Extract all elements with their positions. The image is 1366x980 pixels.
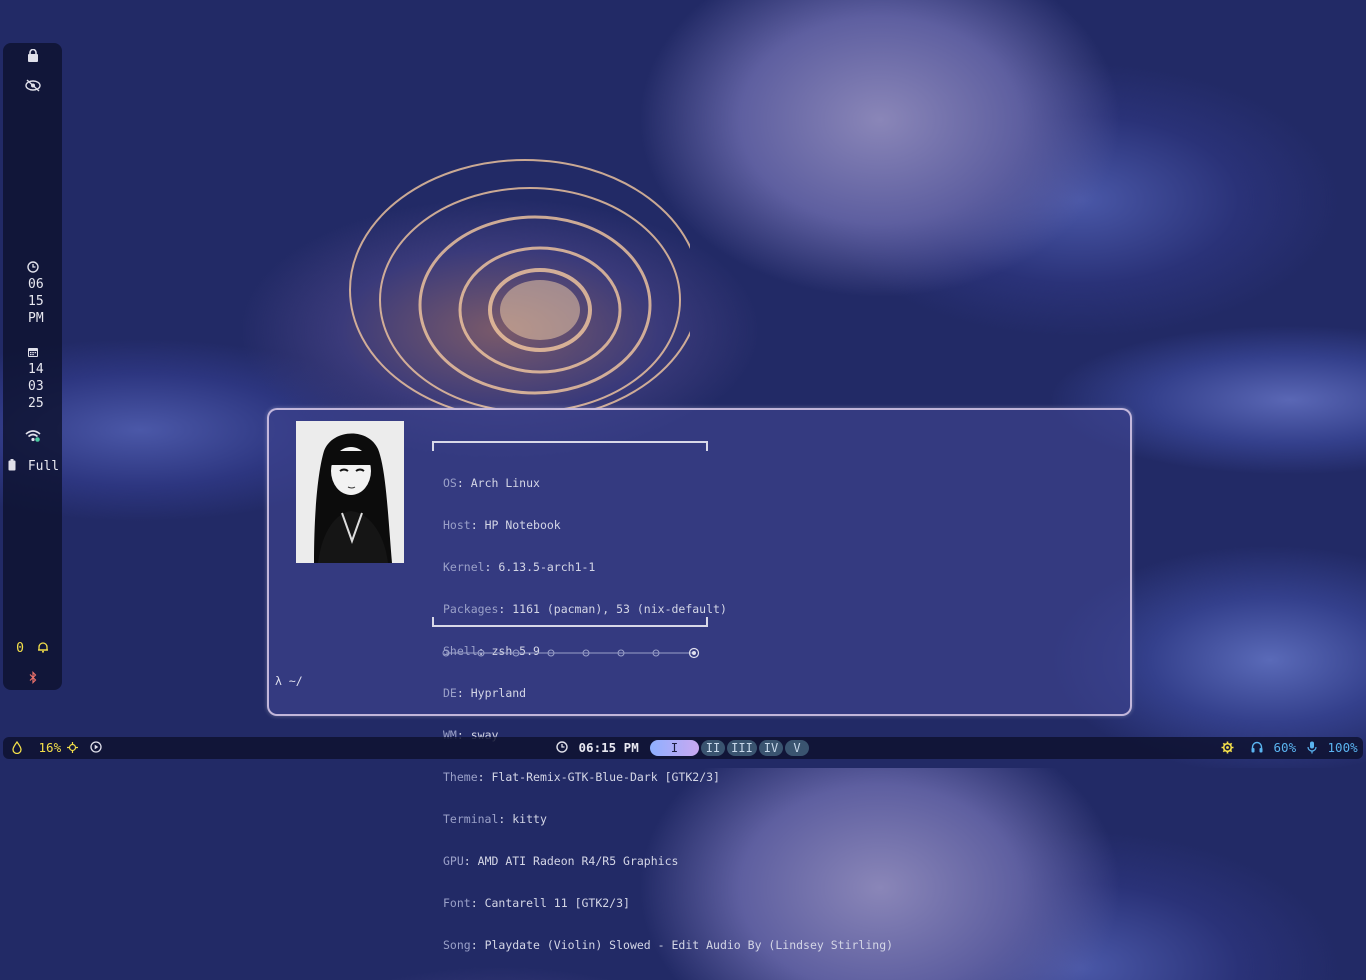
brightness-value: 16% xyxy=(38,740,62,755)
sidebar-clock[interactable] xyxy=(3,261,62,277)
fetch-row-theme: Theme: Flat-Remix-GTK-Blue-Dark [GTK2/3] xyxy=(443,770,720,784)
fetch-value: AMD ATI Radeon R4/R5 Graphics xyxy=(477,854,679,868)
bell-icon xyxy=(37,642,48,653)
wifi-icon xyxy=(24,430,41,442)
fetch-row-terminal: Terminal: kitty xyxy=(443,812,547,826)
clock-icon xyxy=(26,261,39,273)
volume-value: 60% xyxy=(1273,740,1297,755)
battery-status[interactable]: Full xyxy=(8,459,62,474)
play-circle-icon xyxy=(90,741,102,753)
fetch-key: Font xyxy=(443,896,471,910)
eye-off-icon xyxy=(24,79,41,92)
gear-icon xyxy=(1221,741,1234,754)
sidebar-date: 14 03 25 xyxy=(28,361,44,412)
fetch-row-de: DE: Hyprland xyxy=(443,686,527,700)
fetch-key: Packages xyxy=(443,602,499,616)
mic-control[interactable]: 100% xyxy=(1307,740,1358,756)
bottom-status-bar: 16% 06:15 PM I II III IV V 60% 100% xyxy=(3,737,1363,759)
bluetooth-button[interactable] xyxy=(3,671,62,688)
bluetooth-icon xyxy=(29,671,36,684)
cpu-icon xyxy=(67,742,78,753)
shell-prompt[interactable]: λ ~/ xyxy=(275,674,303,688)
time-ampm: PM xyxy=(28,311,44,326)
fetch-value: kitty xyxy=(512,812,547,826)
lock-button[interactable] xyxy=(3,48,62,66)
time-minute: 15 xyxy=(28,294,44,309)
fetch-row-host: Host: HP Notebook xyxy=(443,518,561,532)
color-dots-row xyxy=(442,647,700,659)
fetch-info: OS: Arch Linux Host: HP Notebook Kernel:… xyxy=(443,448,893,980)
fetch-row-packages: Packages: 1161 (pacman), 53 (nix-default… xyxy=(443,602,727,616)
fetch-value: Cantarell 11 [GTK2/3] xyxy=(484,896,630,910)
cpu-button[interactable] xyxy=(67,740,78,756)
fetch-key: Host xyxy=(443,518,471,532)
workspace-2[interactable]: II xyxy=(701,740,725,756)
workspace-1[interactable]: I xyxy=(650,740,699,756)
microphone-icon xyxy=(1307,741,1317,754)
fetch-row-kernel: Kernel: 6.13.5-arch1-1 xyxy=(443,560,596,574)
fetch-row-font: Font: Cantarell 11 [GTK2/3] xyxy=(443,896,630,910)
fetch-key: Song xyxy=(443,938,471,952)
sidebar-calendar[interactable] xyxy=(3,346,62,362)
notifications-button[interactable]: 0 xyxy=(3,641,62,656)
vertical-status-bar: 06 15 PM 14 03 25 Full 0 xyxy=(3,43,62,690)
date-month: 03 xyxy=(28,379,44,394)
fetch-row-gpu: GPU: AMD ATI Radeon R4/R5 Graphics xyxy=(443,854,679,868)
anime-avatar-image xyxy=(296,421,404,563)
lock-icon xyxy=(27,48,38,62)
fetch-value: HP Notebook xyxy=(484,518,561,532)
fetch-value: 1161 (pacman), 53 (nix-default) xyxy=(512,602,727,616)
volume-control[interactable]: 60% xyxy=(1251,740,1296,756)
mic-value: 100% xyxy=(1327,740,1358,755)
brightness-drop-icon xyxy=(12,740,22,755)
calendar-icon xyxy=(27,348,38,357)
battery-icon xyxy=(8,459,16,471)
brightness-control[interactable]: 16% xyxy=(12,740,61,756)
workspace-4[interactable]: IV xyxy=(759,740,783,756)
clock-icon xyxy=(556,741,568,753)
battery-label: Full xyxy=(27,459,60,474)
wallpaper-ripple xyxy=(349,159,690,410)
network-button[interactable] xyxy=(3,430,62,446)
clock-text: 06:15 PM xyxy=(578,740,639,755)
fetch-row-os: OS: Arch Linux xyxy=(443,476,540,490)
fetch-value: 6.13.5-arch1-1 xyxy=(498,560,596,574)
sidebar-time: 06 15 PM xyxy=(28,276,44,327)
date-year: 25 xyxy=(28,396,44,411)
fetch-value: Hyprland xyxy=(470,686,527,700)
headphones-icon xyxy=(1251,741,1263,753)
fetch-value: Arch Linux xyxy=(470,476,540,490)
fetch-value: Flat-Remix-GTK-Blue-Dark [GTK2/3] xyxy=(491,770,720,784)
fetch-key: Kernel xyxy=(443,560,485,574)
workspace-5[interactable]: V xyxy=(785,740,809,756)
fetch-key: OS xyxy=(443,476,457,490)
terminal-window[interactable]: OS: Arch Linux Host: HP Notebook Kernel:… xyxy=(267,408,1132,952)
notification-count: 0 xyxy=(16,641,24,656)
fetch-row-song: Song: Playdate (Violin) Slowed - Edit Au… xyxy=(443,938,894,952)
fetch-frame-bottom xyxy=(432,617,708,627)
date-day: 14 xyxy=(28,362,44,377)
fetch-key: GPU xyxy=(443,854,464,868)
idle-inhibitor-button[interactable] xyxy=(3,79,62,96)
fetch-key: Theme xyxy=(443,770,478,784)
bottom-clock[interactable]: 06:15 PM xyxy=(556,740,639,756)
fetch-key: Terminal xyxy=(443,812,499,826)
time-hour: 06 xyxy=(28,277,44,292)
media-play-button[interactable] xyxy=(90,740,102,756)
workspace-3[interactable]: III xyxy=(727,740,757,756)
settings-button[interactable] xyxy=(1221,740,1234,756)
fetch-key: DE xyxy=(443,686,457,700)
fetch-value: Playdate (Violin) Slowed - Edit Audio By… xyxy=(484,938,894,952)
